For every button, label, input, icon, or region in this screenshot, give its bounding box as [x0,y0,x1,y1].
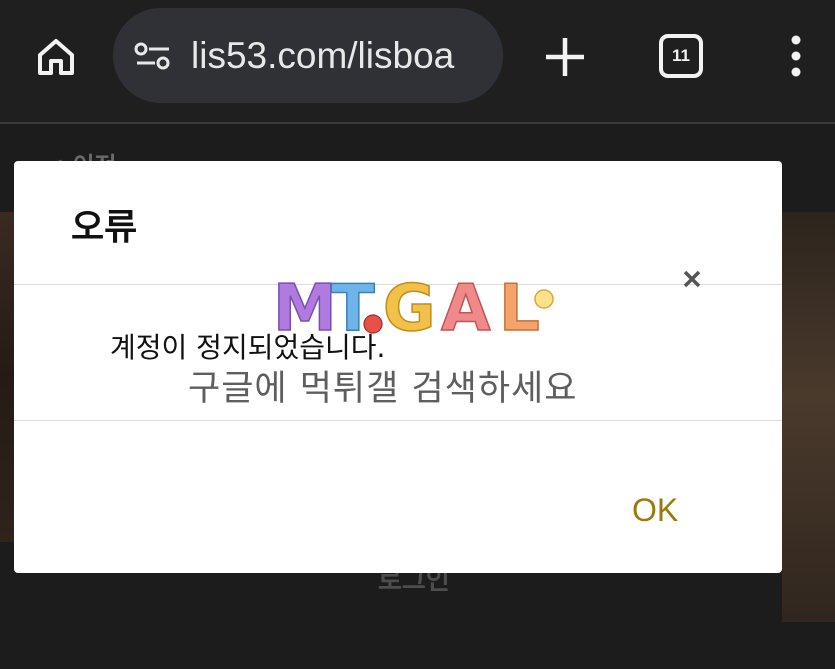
browser-toolbar: lis53.com/lisboa 11 [0,0,835,124]
tab-switcher-button[interactable]: 11 [659,34,703,78]
sun-icon [534,289,554,309]
watermark-letter-a: A [441,272,491,340]
background-image-right [782,212,835,622]
watermark-logo: M T G A L [273,272,554,340]
divider [14,420,782,421]
watermark-caption: 구글에 먹튀갤 검색하세요 [188,369,578,409]
ok-button[interactable]: OK [632,492,678,529]
watermark-letter-l: L [499,272,540,340]
dialog-title: 오류 [71,207,138,248]
plus-icon[interactable] [540,32,590,82]
tune-icon[interactable] [133,41,173,71]
address-bar[interactable]: lis53.com/lisboa [113,8,503,103]
url-fade [475,8,503,103]
close-icon[interactable] [680,267,704,291]
home-button[interactable] [30,31,82,83]
watermark-letter-g: G [383,272,436,340]
tab-count: 11 [672,46,690,65]
home-icon [38,39,74,75]
background-image-left [0,212,14,542]
apple-icon [363,314,383,334]
watermark-letter-m: M [273,272,337,340]
url-text[interactable]: lis53.com/lisboa [191,34,491,78]
more-vert-icon[interactable] [780,33,812,79]
